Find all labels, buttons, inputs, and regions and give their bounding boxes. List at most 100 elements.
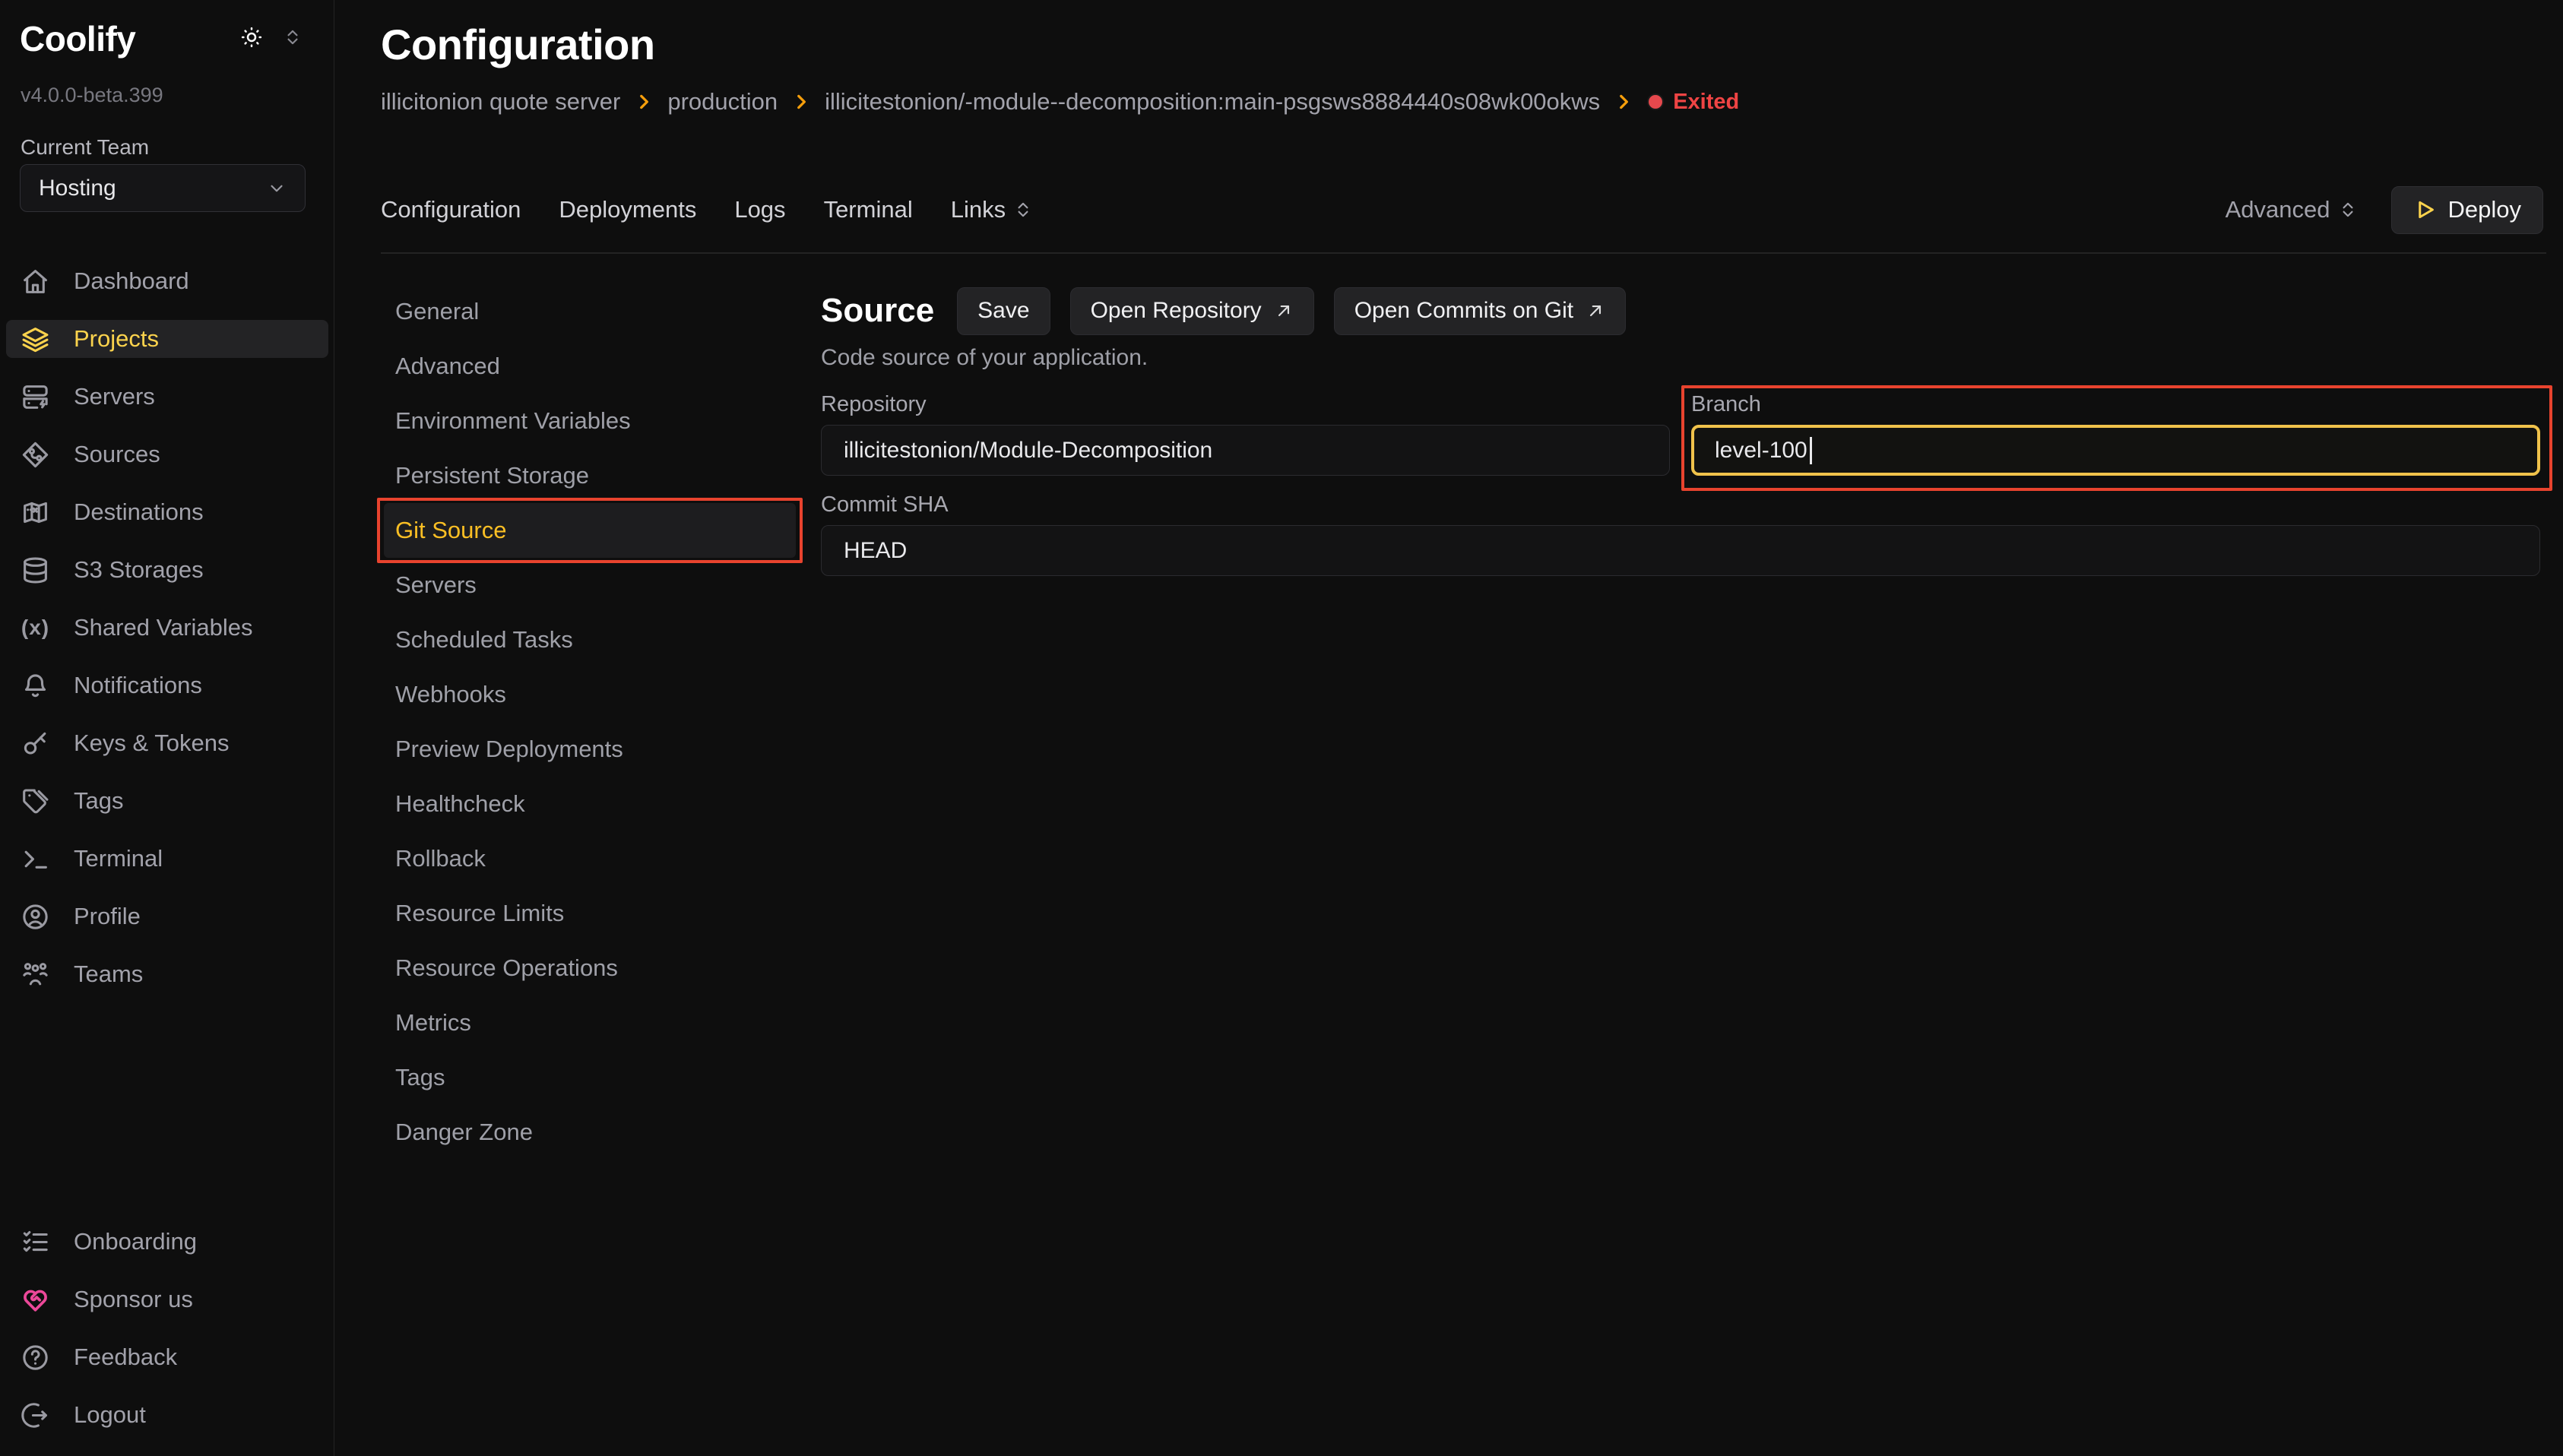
subnav-item-scheduled-tasks[interactable]: Scheduled Tasks: [384, 612, 796, 667]
parentheses-x-icon: (x): [21, 614, 49, 642]
theme-sun-icon[interactable]: [240, 26, 263, 49]
breadcrumb-project[interactable]: illicitonion quote server: [381, 88, 620, 116]
breadcrumb-environment[interactable]: production: [667, 88, 778, 116]
sidebar-item-onboarding[interactable]: Onboarding: [6, 1223, 328, 1261]
sidebar-item-teams[interactable]: Teams: [6, 955, 328, 993]
subnav-item-resource-operations[interactable]: Resource Operations: [384, 941, 796, 995]
open-repository-button[interactable]: Open Repository: [1070, 287, 1314, 335]
app-version: v4.0.0-beta.399: [21, 84, 163, 107]
breadcrumb: illicitonion quote server production ill…: [381, 88, 1739, 116]
text-cursor: [1810, 437, 1812, 464]
sidebar-item-terminal[interactable]: Terminal: [6, 840, 328, 878]
database-icon: [21, 556, 49, 584]
subnav-item-healthcheck[interactable]: Healthcheck: [384, 777, 796, 831]
sidebar-item-label: Notifications: [74, 672, 202, 699]
source-description: Code source of your application.: [821, 345, 2540, 371]
branch-field-group: Branch level-100: [1691, 392, 2540, 476]
sidebar-item-dashboard[interactable]: Dashboard: [6, 262, 328, 300]
subnav-item-advanced[interactable]: Advanced: [384, 339, 796, 394]
sidebar-item-label: Terminal: [74, 845, 163, 872]
chevron-right-icon: [634, 92, 654, 112]
sidebar-item-feedback[interactable]: Feedback: [6, 1338, 328, 1376]
sidebar-item-label: Onboarding: [74, 1228, 197, 1255]
logo-row: Coolify: [20, 18, 303, 59]
tab-terminal[interactable]: Terminal: [824, 196, 913, 223]
git-source-icon: [21, 441, 49, 469]
tab-configuration[interactable]: Configuration: [381, 196, 521, 223]
heart-hands-icon: [21, 1286, 49, 1314]
status-badge: Exited: [1647, 90, 1739, 115]
commit-sha-field-group: Commit SHA HEAD: [821, 492, 2540, 576]
sidebar-item-projects[interactable]: Projects: [6, 320, 328, 358]
sidebar-footer-nav: Onboarding Sponsor us Feedback Logout: [6, 1223, 328, 1454]
subnav-item-servers[interactable]: Servers: [384, 558, 796, 612]
sidebar-item-label: Teams: [74, 961, 143, 988]
branch-label: Branch: [1691, 392, 2540, 415]
sidebar-item-profile[interactable]: Profile: [6, 897, 328, 935]
terminal-icon: [21, 845, 49, 873]
sidebar-item-logout[interactable]: Logout: [6, 1396, 328, 1434]
sidebar-item-label: Tags: [74, 787, 123, 815]
sidebar: Coolify v4.0.0-beta.399 Current Team Hos…: [0, 0, 334, 1456]
advanced-dropdown[interactable]: Advanced: [2226, 196, 2358, 223]
chevron-down-icon: [267, 179, 287, 198]
subnav-item-persistent-storage[interactable]: Persistent Storage: [384, 448, 796, 503]
repository-input[interactable]: illicitestonion/Module-Decomposition: [821, 425, 1670, 476]
sidebar-item-label: Dashboard: [74, 267, 189, 295]
subnav-item-general[interactable]: General: [384, 284, 796, 339]
save-button[interactable]: Save: [957, 287, 1050, 335]
chevron-right-icon: [791, 92, 811, 112]
tag-icon: [21, 787, 49, 815]
sidebar-item-sponsor[interactable]: Sponsor us: [6, 1280, 328, 1318]
breadcrumb-application[interactable]: illicitestonion/-module--decomposition:m…: [825, 88, 1600, 116]
sidebar-item-notifications[interactable]: Notifications: [6, 666, 328, 704]
commit-sha-input[interactable]: HEAD: [821, 525, 2540, 576]
subnav-item-preview-deployments[interactable]: Preview Deployments: [384, 722, 796, 777]
sidebar-item-label: Sources: [74, 441, 160, 468]
theme-selector-icon[interactable]: [283, 27, 303, 47]
sidebar-item-keys-tokens[interactable]: Keys & Tokens: [6, 724, 328, 762]
sidebar-item-servers[interactable]: Servers: [6, 378, 328, 416]
layers-icon: [21, 325, 49, 353]
open-commits-button[interactable]: Open Commits on Git: [1334, 287, 1626, 335]
users-group-icon: [21, 961, 49, 989]
sidebar-item-label: Feedback: [74, 1344, 177, 1371]
branch-input[interactable]: level-100: [1691, 425, 2540, 476]
source-header-row: Source Save Open Repository Open Commits…: [821, 284, 2540, 337]
branch-value: level-100: [1715, 438, 1807, 464]
deploy-button[interactable]: Deploy: [2391, 186, 2544, 234]
repository-label: Repository: [821, 392, 1670, 415]
tab-logs[interactable]: Logs: [734, 196, 785, 223]
current-team-label: Current Team: [21, 135, 149, 160]
deploy-label: Deploy: [2448, 196, 2522, 223]
team-select[interactable]: Hosting: [20, 164, 306, 212]
commit-sha-label: Commit SHA: [821, 492, 2540, 515]
sidebar-item-tags[interactable]: Tags: [6, 782, 328, 820]
tab-links-label: Links: [951, 196, 1006, 223]
subnav-item-metrics[interactable]: Metrics: [384, 995, 796, 1050]
subnav-item-webhooks[interactable]: Webhooks: [384, 667, 796, 722]
home-icon: [21, 267, 49, 296]
sidebar-item-label: Keys & Tokens: [74, 730, 229, 757]
sidebar-item-destinations[interactable]: Destinations: [6, 493, 328, 531]
tab-deployments[interactable]: Deployments: [559, 196, 696, 223]
subnav-item-tags[interactable]: Tags: [384, 1050, 796, 1105]
coolify-app: Coolify v4.0.0-beta.399 Current Team Hos…: [0, 0, 2563, 1456]
subnav-item-rollback[interactable]: Rollback: [384, 831, 796, 886]
external-link-icon: [1274, 301, 1294, 321]
sidebar-item-sources[interactable]: Sources: [6, 435, 328, 473]
subnav-item-resource-limits[interactable]: Resource Limits: [384, 886, 796, 941]
sidebar-item-s3-storages[interactable]: S3 Storages: [6, 551, 328, 589]
source-heading: Source: [821, 292, 934, 330]
subnav-item-environment-variables[interactable]: Environment Variables: [384, 394, 796, 448]
chevrons-up-down-icon: [1013, 200, 1033, 220]
sidebar-item-shared-variables[interactable]: (x) Shared Variables: [6, 609, 328, 647]
subnav-item-git-source[interactable]: Git Source: [384, 503, 796, 558]
logout-icon: [21, 1401, 49, 1429]
tab-links[interactable]: Links: [951, 196, 1033, 223]
git-source-form: Source Save Open Repository Open Commits…: [821, 284, 2540, 576]
subnav-item-danger-zone[interactable]: Danger Zone: [384, 1105, 796, 1160]
chevron-right-icon: [1614, 92, 1633, 112]
settings-subnav: General Advanced Environment Variables P…: [384, 284, 796, 1160]
chevrons-up-down-icon: [2338, 200, 2358, 220]
